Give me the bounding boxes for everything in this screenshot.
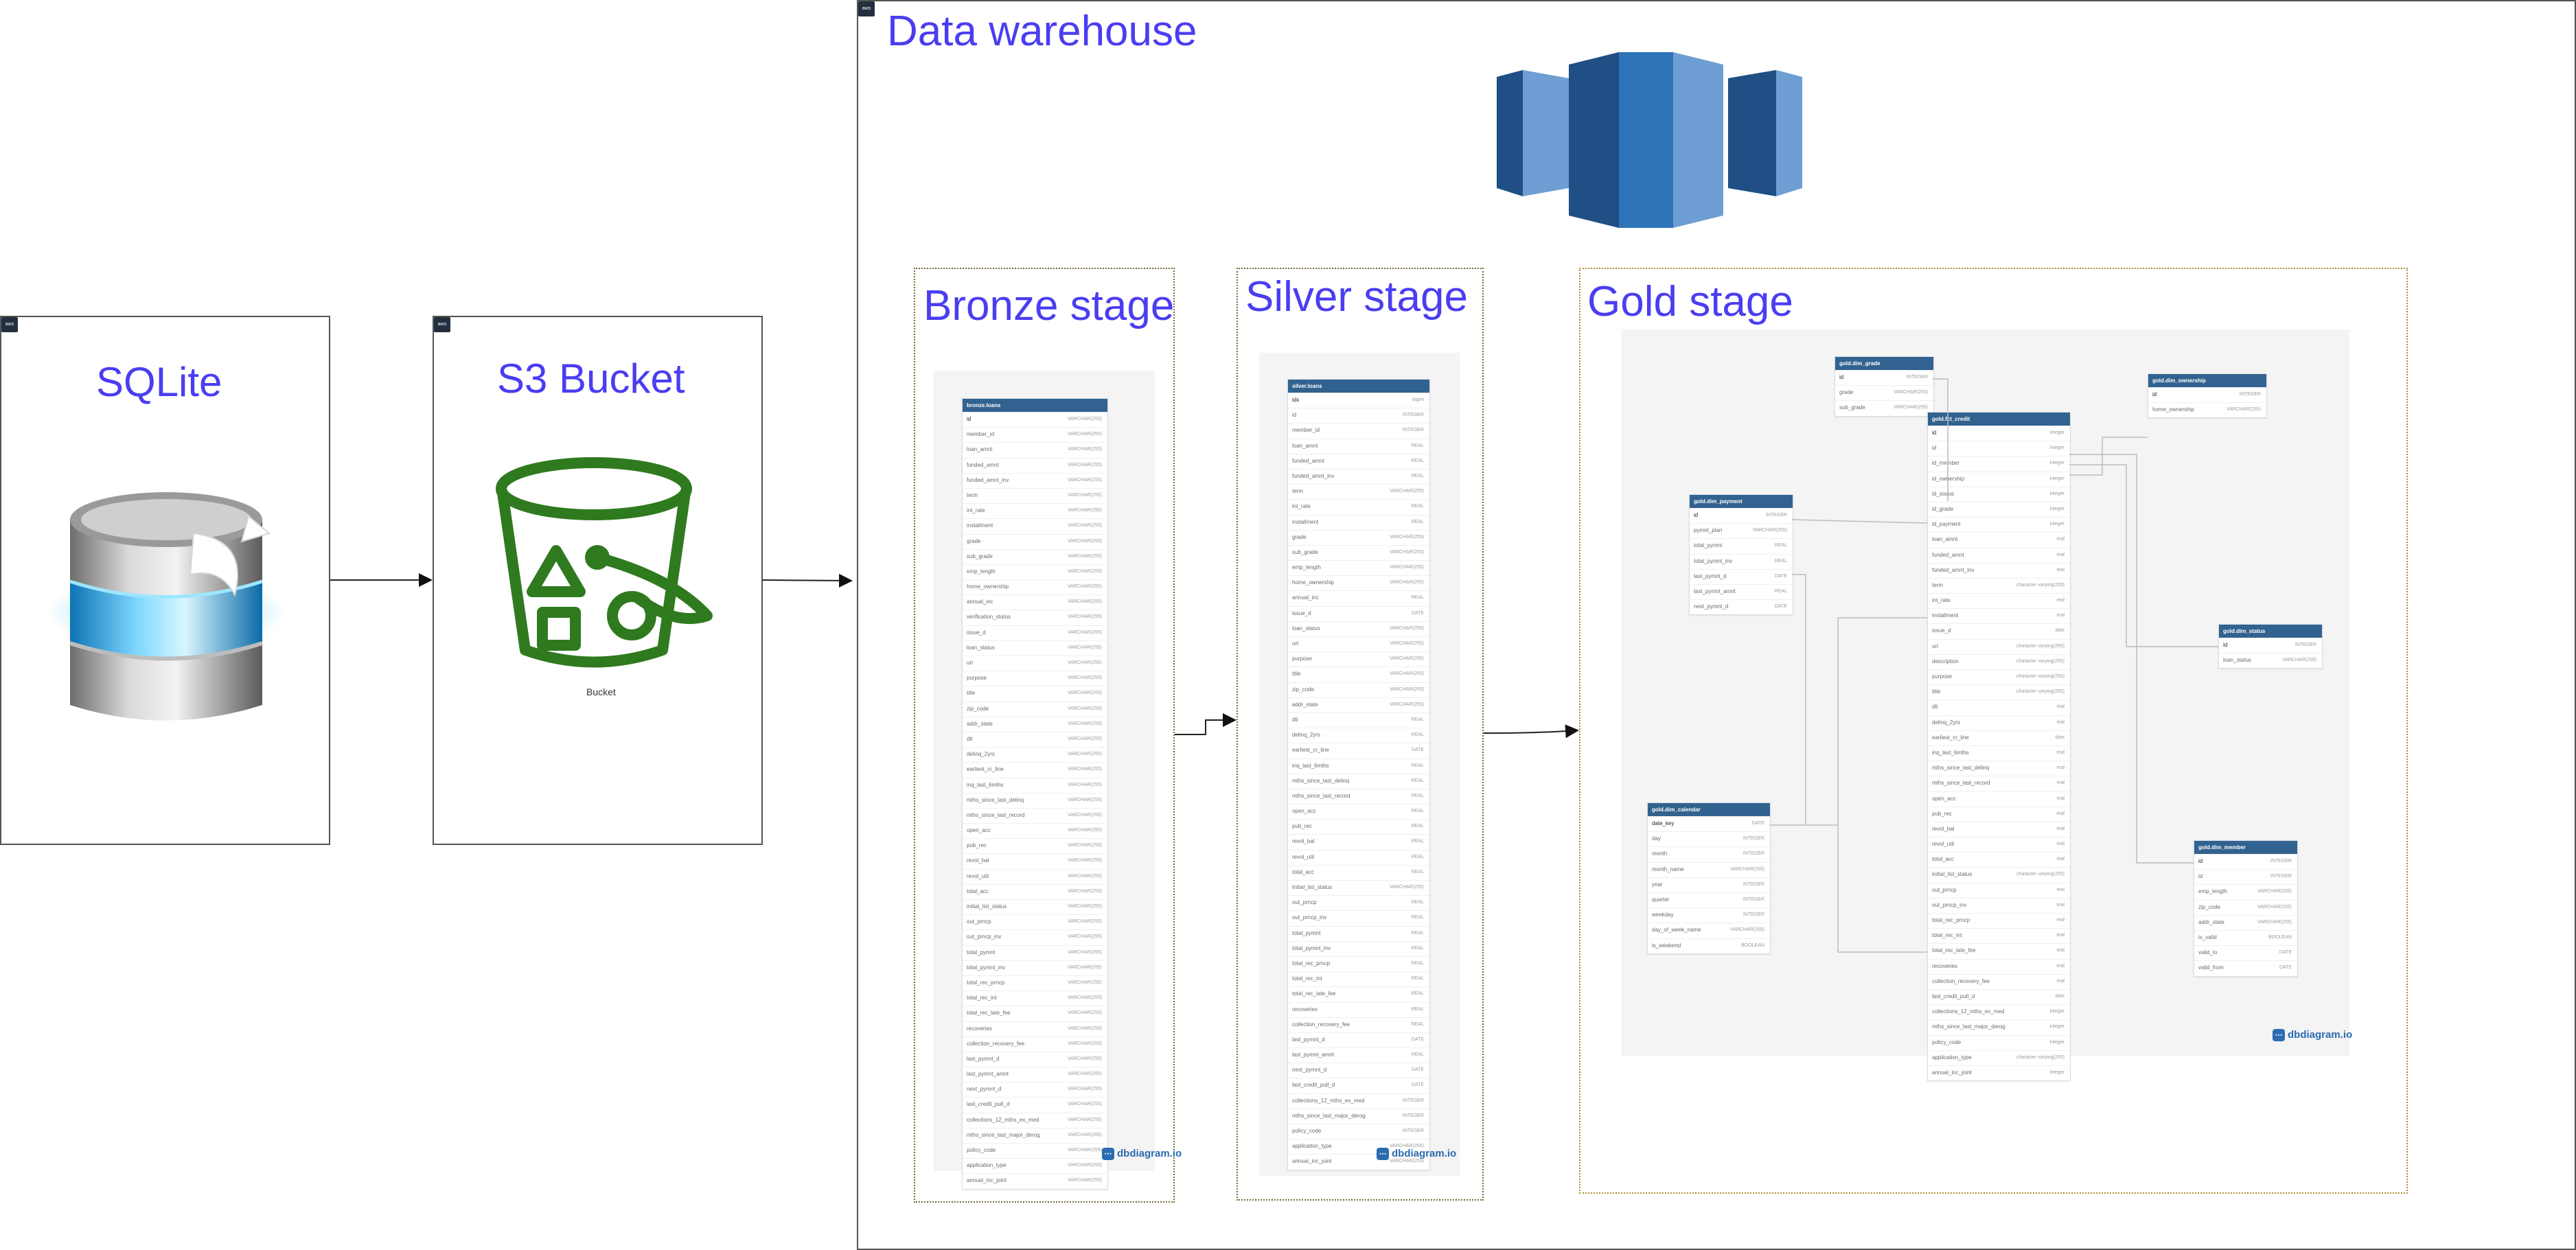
arrow-s3-to-warehouse	[762, 573, 853, 588]
arrow-silver-to-gold	[1483, 724, 1579, 739]
flow-arrows	[330, 573, 1579, 739]
arrow-bronze-to-silver	[1175, 713, 1237, 735]
